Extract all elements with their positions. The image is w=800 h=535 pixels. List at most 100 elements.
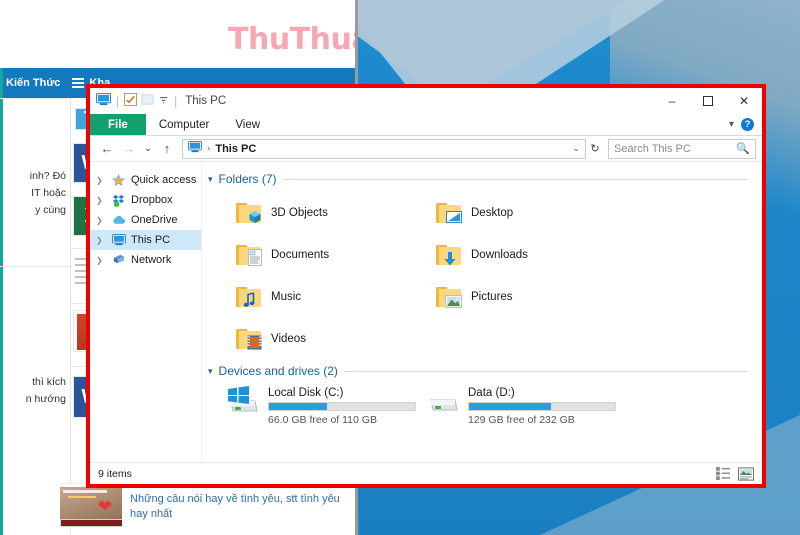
sidebar-item-quick-access[interactable]: ❯ Quick access [90,170,201,190]
folder-item-pictures[interactable]: Pictures [408,276,608,318]
details-view-icon[interactable] [715,466,731,481]
forward-button[interactable]: → [118,138,140,160]
music-folder-icon [236,286,262,308]
refresh-button[interactable]: ↻ [586,142,604,155]
sidebar-item-network[interactable]: ❯ Network [90,250,201,270]
item-count-label: 9 items [98,467,132,480]
sidebar-item-label: Dropbox [131,194,173,206]
article-title[interactable]: Những câu nói hay về tình yêu, stt tình … [130,492,356,522]
address-bar[interactable]: › This PC ⌄ [182,138,586,159]
drive-name: Local Disk (C:) [268,387,344,399]
desktop-folder-icon [436,202,462,224]
folder-item-documents[interactable]: Documents [208,234,408,276]
window-controls[interactable]: – ✕ [654,88,762,114]
article-thumbnail: ❤ [60,486,123,527]
page-header: ThuThuatPhanMem.vn [0,0,358,68]
sidebar-item-this-pc[interactable]: ❯ This PC [90,230,201,250]
drive-usage-bar [468,402,616,411]
folder-item-music[interactable]: Music [208,276,408,318]
chevron-right-icon[interactable]: ❯ [96,236,106,245]
large-icons-view-icon[interactable] [738,466,754,481]
group-header-label: Folders (7) [218,172,277,186]
drive-usage-fill [269,403,328,410]
tab-computer[interactable]: Computer [146,114,223,135]
breadcrumb-this-pc[interactable]: This PC [215,143,256,155]
back-button[interactable]: ← [96,138,118,160]
drive-free-space: 129 GB free of 232 GB [468,414,575,426]
navigation-pane[interactable]: ❯ Quick access ❯ Dropbox ❯ OneDrive ❯ Th… [90,162,202,462]
properties-icon[interactable] [124,93,138,109]
watermark-part-1: ThuThuat [228,22,358,57]
drive-item-c[interactable]: Local Disk (C:) 66.0 GB free of 110 GB [208,386,416,429]
group-header-rule [343,370,748,372]
help-icon[interactable]: ? [741,118,754,131]
sidebar-item-label: OneDrive [131,214,178,226]
heart-icon: ❤ [97,496,113,516]
folder-label: Music [271,291,302,303]
network-icon [111,253,126,268]
quick-access-toolbar[interactable]: | | [96,93,178,109]
up-button[interactable]: ↑ [156,138,178,160]
chevron-right-icon[interactable]: ❯ [96,176,106,185]
folders-grid: 3D Objects Desktop Documents Downloads M… [208,192,762,360]
folder-item-3d-objects[interactable]: 3D Objects [208,192,408,234]
chevron-right-icon[interactable]: ❯ [96,196,106,205]
chevron-down-icon[interactable]: ▾ [729,119,734,130]
group-header-devices[interactable]: ▾ Devices and drives (2) [208,364,762,378]
this-pc-icon[interactable] [96,93,111,109]
star-icon [111,173,126,188]
explorer-content: ❯ Quick access ❯ Dropbox ❯ OneDrive ❯ Th… [90,162,762,462]
customize-qat-icon[interactable] [158,94,169,108]
3d-objects-folder-icon [236,202,262,224]
group-header-label: Devices and drives (2) [218,364,338,378]
recent-locations-button[interactable]: ⌄ [140,138,156,160]
explorer-titlebar[interactable]: | | This PC – ✕ [90,88,762,114]
sidebar-item-dropbox[interactable]: ❯ Dropbox [90,190,201,210]
close-button[interactable]: ✕ [726,88,762,114]
folder-item-downloads[interactable]: Downloads [408,234,608,276]
windows-drive-icon [226,386,260,421]
search-input[interactable]: Search This PC 🔍 [608,138,756,159]
explorer-navigation-bar[interactable]: ← → ⌄ ↑ › This PC ⌄ ↻ Search This PC 🔍 [90,136,762,162]
this-pc-icon [188,141,202,156]
folder-label: Desktop [471,207,514,219]
folder-label: Videos [271,333,306,345]
ribbon-tabs[interactable]: File Computer View ▾ ? [90,114,762,136]
sidebar-item-onedrive[interactable]: ❯ OneDrive [90,210,201,230]
file-explorer-window[interactable]: | | This PC – ✕ File Computer View ▾ ? ←… [90,88,762,484]
maximize-button[interactable] [690,88,726,114]
ribbon-right-controls[interactable]: ▾ ? [729,114,762,135]
drive-usage-bar [268,402,416,411]
tab-file[interactable]: File [90,114,146,135]
group-header-folders[interactable]: ▾ Folders (7) [208,172,762,186]
drive-info-c: Local Disk (C:) 66.0 GB free of 110 GB [268,386,416,426]
address-dropdown-icon[interactable]: ⌄ [572,143,580,154]
file-list-pane[interactable]: ▾ Folders (7) 3D Objects Desktop Documen… [202,162,762,462]
article-snippet-3: y cùng [35,204,66,216]
magnifier-icon[interactable]: 🔍 [736,142,750,155]
drives-grid: Local Disk (C:) 66.0 GB free of 110 GB D… [208,386,762,429]
view-mode-buttons[interactable] [715,466,754,481]
background-article-item[interactable]: ❤ Những câu nói hay về tình yêu, stt tìn… [60,483,356,529]
search-placeholder: Search This PC [614,142,691,155]
this-pc-icon [111,233,126,248]
chevron-down-icon[interactable]: ▾ [208,366,213,377]
tab-view[interactable]: View [222,114,273,135]
minimize-button[interactable]: – [654,88,690,114]
folder-label: Documents [271,249,330,261]
hard-drive-icon [426,386,460,429]
chevron-down-icon[interactable]: ▾ [208,174,213,185]
downloads-folder-icon [436,244,462,266]
drive-name: Data (D:) [468,387,515,399]
site-watermark: ThuThuatPhanMem.vn [228,22,358,57]
navbar-item-kien-thuc[interactable]: Kiến Thức [6,77,60,89]
sidebar-item-label: Quick access [131,174,197,186]
folder-item-desktop[interactable]: Desktop [408,192,608,234]
chevron-right-icon[interactable]: ❯ [96,256,106,265]
drive-item-d[interactable]: Data (D:) 129 GB free of 232 GB [408,386,616,429]
folder-item-videos[interactable]: Videos [208,318,408,360]
qat-separator: | [116,94,120,108]
chevron-right-icon[interactable]: ❯ [96,216,106,225]
new-folder-icon[interactable] [141,93,154,109]
videos-folder-icon [236,328,262,350]
